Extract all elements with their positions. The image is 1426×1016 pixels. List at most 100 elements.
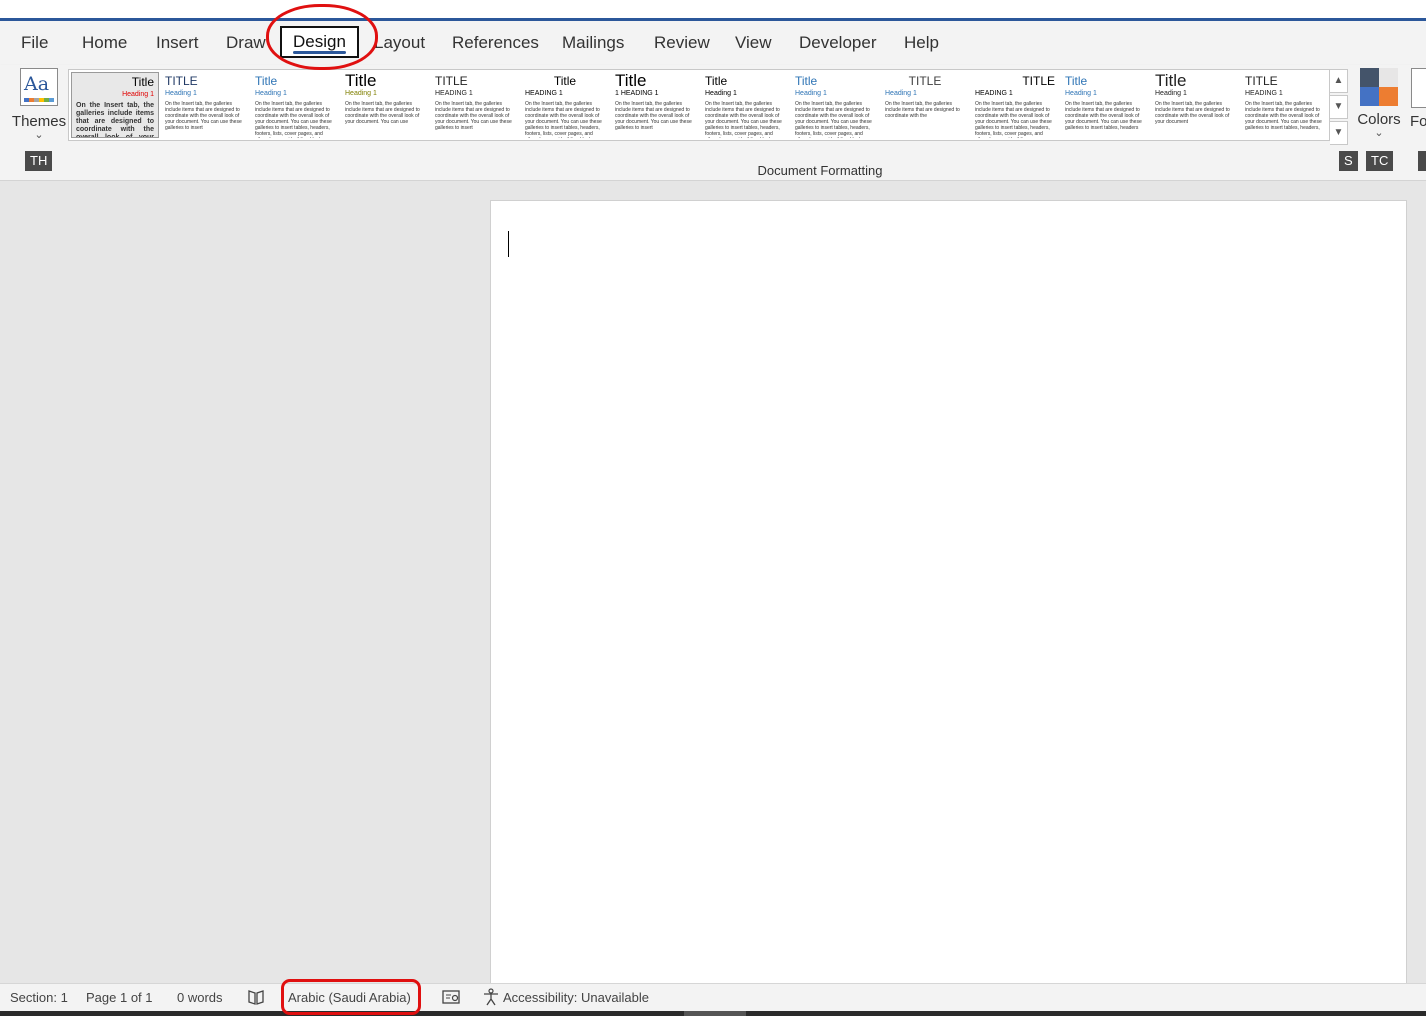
themes-label: Themes — [11, 113, 67, 130]
style-set-title: Title — [255, 74, 278, 88]
style-set-title: Title — [795, 74, 818, 88]
style-set-14[interactable]: TITLE HEADING 1 On the Insert tab, the gal… — [1241, 72, 1329, 138]
style-set-7[interactable]: Title 1 HEADING 1 On the Insert tab, the g… — [611, 72, 699, 138]
fonts-label: Fonts — [1410, 113, 1426, 130]
fonts-button[interactable]: Fonts — [1410, 68, 1426, 143]
themes-icon: Aa — [20, 68, 58, 106]
style-set-body: On the Insert tab, the galleries include… — [345, 101, 420, 125]
status-page[interactable]: Page 1 of 1 — [86, 990, 153, 1005]
style-set-heading: HEADING 1 — [1245, 90, 1283, 97]
style-set-body: On the Insert tab, the galleries include… — [435, 101, 512, 131]
theme-color-swatch — [1360, 68, 1379, 87]
status-accessibility[interactable]: Accessibility: Unavailable — [503, 990, 649, 1005]
style-set-8[interactable]: Title Heading 1 On the Insert tab, the gal… — [701, 72, 789, 138]
style-set-body: On the Insert tab, the galleries include… — [705, 101, 782, 138]
style-set-6[interactable]: Title HEADING 1 On the Insert tab, the gal… — [521, 72, 609, 138]
style-set-body: On the Insert tab, the galleries include… — [885, 101, 960, 119]
style-set-body: On the Insert tab, the galleries include… — [615, 101, 692, 131]
tab-developer[interactable]: Developer — [799, 33, 877, 53]
style-set-title: Title — [615, 72, 647, 90]
fonts-icon — [1411, 68, 1426, 108]
keytip-styles: S — [1339, 151, 1358, 171]
style-set-13[interactable]: Title Heading 1 On the Insert tab, the gal… — [1151, 72, 1239, 138]
style-set-heading: Heading 1 — [345, 90, 377, 97]
style-set-body: On the Insert tab, the galleries include… — [1155, 101, 1230, 125]
style-set-body: On the Insert tab, the galleries include… — [255, 101, 332, 138]
text-caret — [508, 231, 509, 257]
tab-review[interactable]: Review — [654, 33, 710, 53]
gallery-more-icon[interactable]: ▼ — [1330, 121, 1348, 145]
style-set-title: TITLE — [165, 74, 198, 88]
themes-button[interactable]: Aa Themes ⌄ — [10, 68, 68, 143]
style-set-9[interactable]: Title Heading 1 On the Insert tab, the gal… — [791, 72, 879, 138]
style-set-heading: Heading 1 — [705, 90, 737, 97]
style-set-heading: Heading 1 — [1065, 90, 1097, 97]
style-set-heading: Heading 1 — [255, 90, 287, 97]
keytip-colors: TC — [1366, 151, 1394, 171]
style-set-title: Title — [1155, 72, 1187, 90]
colors-button[interactable]: Colors ⌄ — [1355, 68, 1403, 143]
accessibility-icon[interactable] — [482, 988, 500, 1009]
status-section[interactable]: Section: 1 — [10, 990, 68, 1005]
gallery-scroll-up-icon[interactable]: ▲ — [1330, 69, 1348, 93]
tab-layout[interactable]: Layout — [374, 33, 425, 53]
style-set-11[interactable]: TITLE HEADING 1 On the Insert tab, the gal… — [971, 72, 1059, 138]
style-set-body: On the Insert tab, the galleries include… — [76, 102, 154, 138]
style-set-title: TITLE — [435, 74, 468, 88]
keytip-fonts — [1418, 151, 1426, 171]
style-set-gallery: Title Heading 1 On the Insert tab, the gal… — [68, 69, 1330, 141]
taskbar-strip — [0, 1011, 1426, 1016]
style-set-body: On the Insert tab, the galleries include… — [525, 101, 602, 138]
style-set-title: Title — [1065, 74, 1088, 88]
style-set-heading: Heading 1 — [122, 91, 154, 98]
style-set-heading: HEADING 1 — [435, 90, 473, 97]
style-set-heading: Heading 1 — [795, 90, 827, 97]
style-set-heading: Heading 1 — [885, 90, 917, 97]
proofing-book-icon[interactable] — [247, 988, 265, 1009]
gallery-scroll: ▲ ▼ ▼ — [1330, 69, 1348, 145]
style-set-body: On the Insert tab, the galleries include… — [795, 101, 872, 138]
annotation-box-language — [281, 979, 421, 1015]
tab-mailings[interactable]: Mailings — [562, 33, 624, 53]
theme-color-swatch — [1379, 87, 1398, 106]
style-set-4[interactable]: Title Heading 1 On the Insert tab, the gal… — [341, 72, 429, 138]
style-set-12[interactable]: Title Heading 1 On the Insert tab, the gal… — [1061, 72, 1149, 138]
tab-file[interactable]: File — [21, 33, 48, 53]
style-set-body: On the Insert tab, the galleries include… — [975, 101, 1052, 138]
style-set-heading: 1 HEADING 1 — [615, 90, 659, 97]
style-set-heading: Heading 1 — [165, 90, 197, 97]
style-set-2[interactable]: TITLE Heading 1 On the Insert tab, the gal… — [161, 72, 249, 138]
style-set-3[interactable]: Title Heading 1 On the Insert tab, the gal… — [251, 72, 339, 138]
style-set-heading: Heading 1 — [1155, 90, 1187, 97]
style-set-title: Title — [553, 74, 577, 88]
style-set-1[interactable]: Title Heading 1 On the Insert tab, the gal… — [71, 72, 159, 138]
status-bar: Section: 1 Page 1 of 1 0 words Arabic (S… — [0, 983, 1426, 1012]
style-set-title: Title — [705, 74, 728, 88]
chevron-down-icon: ⌄ — [1374, 127, 1384, 139]
style-set-body: On the Insert tab, the galleries include… — [1065, 101, 1142, 131]
taskbar-thumb — [684, 1011, 746, 1016]
style-set-body: On the Insert tab, the galleries include… — [165, 101, 242, 131]
tab-insert[interactable]: Insert — [156, 33, 199, 53]
theme-color-swatch — [1379, 68, 1398, 87]
chevron-down-icon: ⌄ — [34, 129, 44, 141]
display-settings-icon[interactable] — [441, 988, 461, 1009]
style-set-10[interactable]: TITLE Heading 1 On the Insert tab, the gal… — [881, 72, 969, 138]
tab-view[interactable]: View — [735, 33, 772, 53]
annotation-circle-design-tab — [266, 4, 378, 70]
style-set-title: TITLE — [1022, 74, 1055, 88]
tab-help[interactable]: Help — [904, 33, 939, 53]
style-set-body: On the Insert tab, the galleries include… — [1245, 101, 1322, 131]
style-set-title: TITLE — [908, 74, 942, 88]
style-set-5[interactable]: TITLE HEADING 1 On the Insert tab, the gal… — [431, 72, 519, 138]
theme-color-swatch — [1360, 87, 1379, 106]
colors-icon — [1360, 68, 1398, 106]
document-page[interactable] — [490, 200, 1407, 990]
tab-home[interactable]: Home — [82, 33, 127, 53]
ribbon-design: Aa Themes ⌄ TH Title Heading 1 On the Inse… — [0, 65, 1426, 181]
status-words[interactable]: 0 words — [177, 990, 223, 1005]
gallery-scroll-down-icon[interactable]: ▼ — [1330, 95, 1348, 119]
group-label-document-formatting: Document Formatting — [757, 163, 883, 178]
tab-draw[interactable]: Draw — [226, 33, 266, 53]
tab-references[interactable]: References — [452, 33, 539, 53]
